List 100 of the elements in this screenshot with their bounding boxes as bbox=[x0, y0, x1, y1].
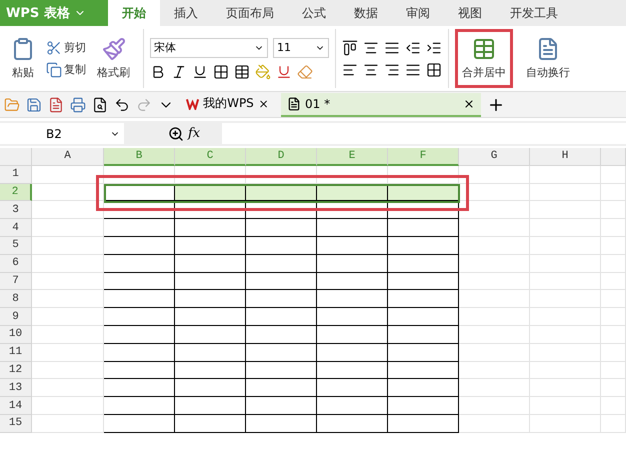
table-cell[interactable] bbox=[246, 362, 317, 380]
row-header[interactable]: 6 bbox=[0, 254, 32, 273]
undo-icon[interactable] bbox=[114, 96, 130, 112]
font-color-icon[interactable] bbox=[276, 64, 292, 80]
row-header[interactable]: 7 bbox=[0, 272, 32, 290]
ribbon-tab[interactable]: 开始 bbox=[108, 0, 160, 26]
ribbon-tab[interactable]: 视图 bbox=[444, 0, 496, 26]
zoom-icon[interactable] bbox=[168, 126, 184, 142]
ribbon-tab[interactable]: 插入 bbox=[160, 0, 212, 26]
table-cell[interactable] bbox=[246, 236, 317, 255]
table-cell[interactable] bbox=[175, 290, 246, 308]
table-cell[interactable] bbox=[388, 362, 459, 380]
printer-icon[interactable] bbox=[70, 96, 86, 112]
table-cell[interactable] bbox=[104, 219, 175, 237]
close-icon[interactable] bbox=[463, 98, 475, 110]
table-cell[interactable] bbox=[246, 326, 317, 344]
font-size-field[interactable]: 11 bbox=[273, 38, 329, 58]
row-header[interactable]: 8 bbox=[0, 290, 32, 308]
table-cell[interactable] bbox=[246, 308, 317, 326]
row-header[interactable]: 10 bbox=[0, 326, 32, 344]
row-header[interactable]: 5 bbox=[0, 236, 32, 255]
row-header[interactable]: 14 bbox=[0, 397, 32, 415]
table-cell[interactable] bbox=[175, 236, 246, 255]
print-preview-icon[interactable] bbox=[92, 96, 108, 112]
table-cell[interactable] bbox=[388, 219, 459, 237]
ribbon-tab[interactable]: 审阅 bbox=[392, 0, 444, 26]
close-icon[interactable] bbox=[258, 98, 269, 110]
table-cell[interactable] bbox=[317, 290, 388, 308]
underline-icon[interactable] bbox=[192, 64, 208, 80]
table-cell[interactable] bbox=[246, 397, 317, 415]
cut-button[interactable]: 剪切 bbox=[46, 40, 86, 56]
table-cell[interactable] bbox=[246, 414, 317, 433]
row-header[interactable]: 13 bbox=[0, 379, 32, 398]
table-cell[interactable] bbox=[388, 236, 459, 255]
table-cell[interactable] bbox=[175, 344, 246, 362]
row-header[interactable]: 9 bbox=[0, 308, 32, 326]
row-header[interactable]: 4 bbox=[0, 219, 32, 237]
table-cell[interactable] bbox=[175, 272, 246, 290]
table-cell[interactable] bbox=[388, 379, 459, 398]
merge-center-button[interactable]: 合并居中 bbox=[455, 29, 513, 88]
table-cell[interactable] bbox=[388, 414, 459, 433]
table-cell[interactable] bbox=[388, 308, 459, 326]
paste-button[interactable]: 粘贴 bbox=[4, 29, 42, 88]
table-cell[interactable] bbox=[317, 308, 388, 326]
table-cell[interactable] bbox=[388, 326, 459, 344]
table-cell[interactable] bbox=[246, 290, 317, 308]
row-header[interactable]: 15 bbox=[0, 414, 32, 433]
row-header[interactable]: 11 bbox=[0, 344, 32, 362]
table-cell[interactable] bbox=[104, 290, 175, 308]
row-header[interactable]: 12 bbox=[0, 362, 32, 380]
table-cell[interactable] bbox=[175, 219, 246, 237]
table-cell[interactable] bbox=[317, 397, 388, 415]
table-cell[interactable] bbox=[388, 272, 459, 290]
table-cell[interactable] bbox=[317, 344, 388, 362]
table-cell[interactable] bbox=[175, 254, 246, 273]
wrap-text-button[interactable]: 自动换行 bbox=[519, 29, 577, 88]
table-cell[interactable] bbox=[104, 326, 175, 344]
italic-icon[interactable] bbox=[171, 64, 187, 80]
row-header[interactable]: 3 bbox=[0, 201, 32, 220]
align-top-icon[interactable] bbox=[342, 40, 358, 56]
eraser-icon[interactable] bbox=[297, 64, 313, 80]
document-icon[interactable] bbox=[48, 96, 64, 112]
distribute-icon[interactable] bbox=[426, 62, 442, 78]
copy-button[interactable]: 复制 bbox=[46, 62, 86, 78]
font-name-field[interactable]: 宋体 bbox=[150, 38, 268, 58]
table-cell[interactable] bbox=[317, 326, 388, 344]
table-cell[interactable] bbox=[246, 219, 317, 237]
document-tab[interactable]: 01 * bbox=[281, 92, 481, 116]
ribbon-tab[interactable]: 页面布局 bbox=[212, 0, 288, 26]
table-cell[interactable] bbox=[104, 414, 175, 433]
table-cell[interactable] bbox=[175, 308, 246, 326]
column-header[interactable]: A bbox=[32, 148, 104, 166]
table-cell[interactable] bbox=[104, 308, 175, 326]
ribbon-tab[interactable]: 公式 bbox=[288, 0, 340, 26]
table-cell[interactable] bbox=[104, 344, 175, 362]
table-cell[interactable] bbox=[388, 344, 459, 362]
column-header[interactable]: H bbox=[530, 148, 601, 166]
ribbon-tab[interactable]: 开发工具 bbox=[496, 0, 572, 26]
document-tab[interactable]: 我的WPS bbox=[180, 92, 275, 116]
table-cell[interactable] bbox=[104, 379, 175, 398]
table-cell[interactable] bbox=[175, 414, 246, 433]
table-cell[interactable] bbox=[104, 362, 175, 380]
table-cell[interactable] bbox=[317, 219, 388, 237]
table-cell[interactable] bbox=[317, 236, 388, 255]
table-cell[interactable] bbox=[317, 414, 388, 433]
table-cell[interactable] bbox=[317, 254, 388, 273]
function-button[interactable]: fx bbox=[188, 126, 218, 141]
table-cell[interactable] bbox=[246, 254, 317, 273]
column-header[interactable]: G bbox=[459, 148, 530, 166]
table-cell[interactable] bbox=[104, 254, 175, 273]
table-cell[interactable] bbox=[175, 397, 246, 415]
table-cell[interactable] bbox=[317, 272, 388, 290]
table-cell[interactable] bbox=[246, 272, 317, 290]
name-box[interactable]: B2 bbox=[0, 123, 124, 144]
table-cell[interactable] bbox=[104, 272, 175, 290]
ribbon-tab[interactable]: 数据 bbox=[340, 0, 392, 26]
table-cell[interactable] bbox=[317, 362, 388, 380]
row-header[interactable]: 1 bbox=[0, 166, 32, 184]
table-icon[interactable] bbox=[234, 64, 250, 80]
save-icon[interactable] bbox=[26, 96, 42, 112]
